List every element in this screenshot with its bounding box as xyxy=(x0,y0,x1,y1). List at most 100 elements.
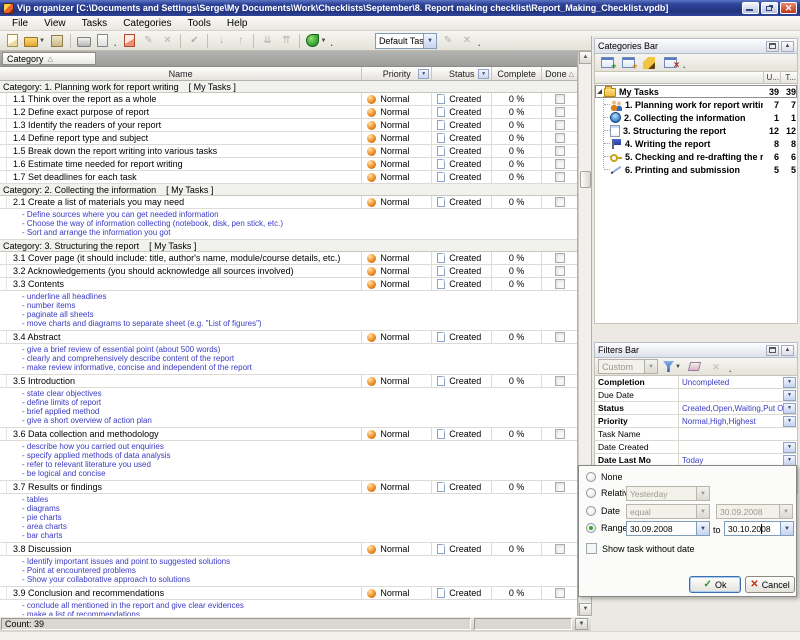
group-by-category-button[interactable]: Category △ xyxy=(2,52,96,65)
task-type-combo[interactable]: Default Tas▼ xyxy=(375,33,437,49)
done-checkbox[interactable] xyxy=(555,107,565,117)
edit-task-button[interactable]: ✎ xyxy=(139,32,157,50)
task-row[interactable]: 3.1 Cover page (it should include: title… xyxy=(0,252,577,265)
done-checkbox[interactable] xyxy=(555,482,565,492)
new-task-button[interactable] xyxy=(120,32,138,50)
none-radio[interactable] xyxy=(586,472,596,482)
delete-filter-button[interactable]: ✕ xyxy=(707,358,725,376)
print-preview-button[interactable] xyxy=(94,32,112,50)
menu-categories[interactable]: Categories xyxy=(115,18,179,29)
tree-item-category-1[interactable]: 1. Planning work for report writing77 xyxy=(595,98,797,111)
tree-item-category-5[interactable]: 5. Checking and re-drafting the rep66 xyxy=(595,150,797,163)
add-subcategory-button[interactable] xyxy=(619,54,637,72)
tree-item-category-4[interactable]: 4. Writing the report88 xyxy=(595,137,797,150)
save-button[interactable] xyxy=(48,32,66,50)
panel-pin-button[interactable] xyxy=(766,41,779,52)
chevron-down-icon[interactable]: ▼ xyxy=(696,522,709,535)
done-checkbox[interactable] xyxy=(555,172,565,182)
done-checkbox[interactable] xyxy=(555,120,565,130)
menu-file[interactable]: File xyxy=(4,18,36,29)
tree-item-category-3[interactable]: 3. Structuring the report1212 xyxy=(595,124,797,137)
scrollbar-thumb[interactable] xyxy=(580,171,591,188)
task-row[interactable]: 3.4 AbstractNormalCreated0 % xyxy=(0,331,577,344)
task-row[interactable]: 3.7 Results or findingsNormalCreated0 % xyxy=(0,481,577,494)
menu-tasks[interactable]: Tasks xyxy=(74,18,116,29)
done-checkbox[interactable] xyxy=(555,279,565,289)
task-row[interactable]: 1.7 Set deadlines for each taskNormalCre… xyxy=(0,171,577,184)
done-checkbox[interactable] xyxy=(555,159,565,169)
task-row[interactable]: 3.9 Conclusion and recommendationsNormal… xyxy=(0,587,577,600)
delete-task-button[interactable]: ✕ xyxy=(158,32,176,50)
filter-dropdown-button[interactable]: ▼ xyxy=(783,403,796,414)
task-row[interactable]: 3.2 Acknowledgements (you should acknowl… xyxy=(0,265,577,278)
panel-collapse-button[interactable]: ▲ xyxy=(781,41,794,52)
column-header-name[interactable]: Name xyxy=(0,67,362,80)
done-checkbox[interactable] xyxy=(555,197,565,207)
task-row[interactable]: 2.1 Create a list of materials you may n… xyxy=(0,196,577,209)
column-header-complete[interactable]: Complete xyxy=(492,67,542,80)
category-group-row[interactable]: Category: 1. Planning work for report wr… xyxy=(0,81,577,93)
apply-filter-button[interactable]: ▼ xyxy=(661,358,683,376)
close-button[interactable]: ✕ xyxy=(780,2,797,14)
done-checkbox[interactable] xyxy=(555,376,565,386)
task-row[interactable]: 3.3 ContentsNormalCreated0 % xyxy=(0,278,577,291)
date-value-combo[interactable]: 30.09.2008 ▼ xyxy=(716,504,793,519)
task-row[interactable]: 3.6 Data collection and methodologyNorma… xyxy=(0,428,577,441)
complete-task-button[interactable]: ✔ xyxy=(185,32,203,50)
done-checkbox[interactable] xyxy=(555,588,565,598)
new-file-button[interactable] xyxy=(3,32,21,50)
task-row[interactable]: 3.8 DiscussionNormalCreated0 % xyxy=(0,543,577,556)
done-checkbox[interactable] xyxy=(555,253,565,263)
filter-dropdown-button[interactable]: ▼ xyxy=(783,390,796,401)
edit-category-button[interactable] xyxy=(640,54,658,72)
tree-item-category-6[interactable]: 6. Printing and submission55 xyxy=(595,163,797,176)
green-leaf-button[interactable]: ▼ xyxy=(304,32,328,50)
chevron-down-icon[interactable]: ▼ xyxy=(780,522,793,535)
move-down-button[interactable]: ↓ xyxy=(212,32,230,50)
chevron-down-icon[interactable]: ▼ xyxy=(423,34,436,48)
date-operator-combo[interactable]: equal ▼ xyxy=(626,504,710,519)
task-row[interactable]: 1.2 Define exact purpose of reportNormal… xyxy=(0,106,577,119)
edit-type-button[interactable]: ✎ xyxy=(439,32,457,50)
category-group-row[interactable]: Category: 3. Structuring the report[ My … xyxy=(0,240,577,252)
move-up-button[interactable]: ↑ xyxy=(231,32,249,50)
done-checkbox[interactable] xyxy=(555,544,565,554)
done-checkbox[interactable] xyxy=(555,266,565,276)
column-header-status[interactable]: Status▼ xyxy=(432,67,492,80)
clear-filter-button[interactable] xyxy=(686,358,704,376)
move-bottom-button[interactable]: ⇊ xyxy=(258,32,276,50)
delete-type-button[interactable]: ✕ xyxy=(458,32,476,50)
statusbar-menu-button[interactable]: ▼ xyxy=(575,618,588,630)
task-row[interactable]: 1.1 Think over the report as a wholeNorm… xyxy=(0,93,577,106)
done-checkbox[interactable] xyxy=(555,332,565,342)
panel-pin-button[interactable] xyxy=(766,345,779,356)
filter-dropdown-button[interactable]: ▼ xyxy=(783,442,796,453)
ok-button[interactable]: ✓ Ok xyxy=(689,576,741,593)
category-group-row[interactable]: Category: 2. Collecting the information[… xyxy=(0,184,577,196)
done-checkbox[interactable] xyxy=(555,133,565,143)
task-row[interactable]: 1.4 Define report type and subjectNormal… xyxy=(0,132,577,145)
filter-row-date-created[interactable]: Date Created▼ xyxy=(595,441,797,454)
delete-category-button[interactable] xyxy=(661,54,679,72)
filter-row-status[interactable]: StatusCreated,Open,Waiting,Put On Hold,C… xyxy=(595,402,797,415)
print-button[interactable] xyxy=(75,32,93,50)
filter-row-completion[interactable]: CompletionUncompleted▼ xyxy=(595,376,797,389)
priority-filter-button[interactable]: ▼ xyxy=(418,69,429,79)
filter-dropdown-button[interactable]: ▼ xyxy=(783,377,796,388)
expand-collapse-icon[interactable] xyxy=(597,89,602,94)
task-row[interactable]: 3.5 IntroductionNormalCreated0 % xyxy=(0,375,577,388)
tree-column-uncompleted[interactable]: U... xyxy=(763,72,780,83)
tree-item-category-2[interactable]: 2. Collecting the information11 xyxy=(595,111,797,124)
filter-dropdown-button[interactable]: ▼ xyxy=(783,416,796,427)
range-from-combo[interactable]: 30.09.2008 ▼ xyxy=(626,521,710,536)
filter-dropdown-button[interactable]: ▼ xyxy=(783,455,796,466)
show-task-without-date-checkbox[interactable] xyxy=(586,543,597,554)
done-checkbox[interactable] xyxy=(555,146,565,156)
filter-row-priority[interactable]: PriorityNormal,High,Highest▼ xyxy=(595,415,797,428)
filter-preset-combo[interactable]: Custom ▼ xyxy=(598,359,658,374)
open-button[interactable]: ▼ xyxy=(22,32,47,50)
column-header-done[interactable]: Done△ xyxy=(542,67,577,80)
panel-collapse-button[interactable]: ▲ xyxy=(781,345,794,356)
cancel-button[interactable]: ✕ Cancel xyxy=(745,576,795,593)
menu-tools[interactable]: Tools xyxy=(180,18,219,29)
